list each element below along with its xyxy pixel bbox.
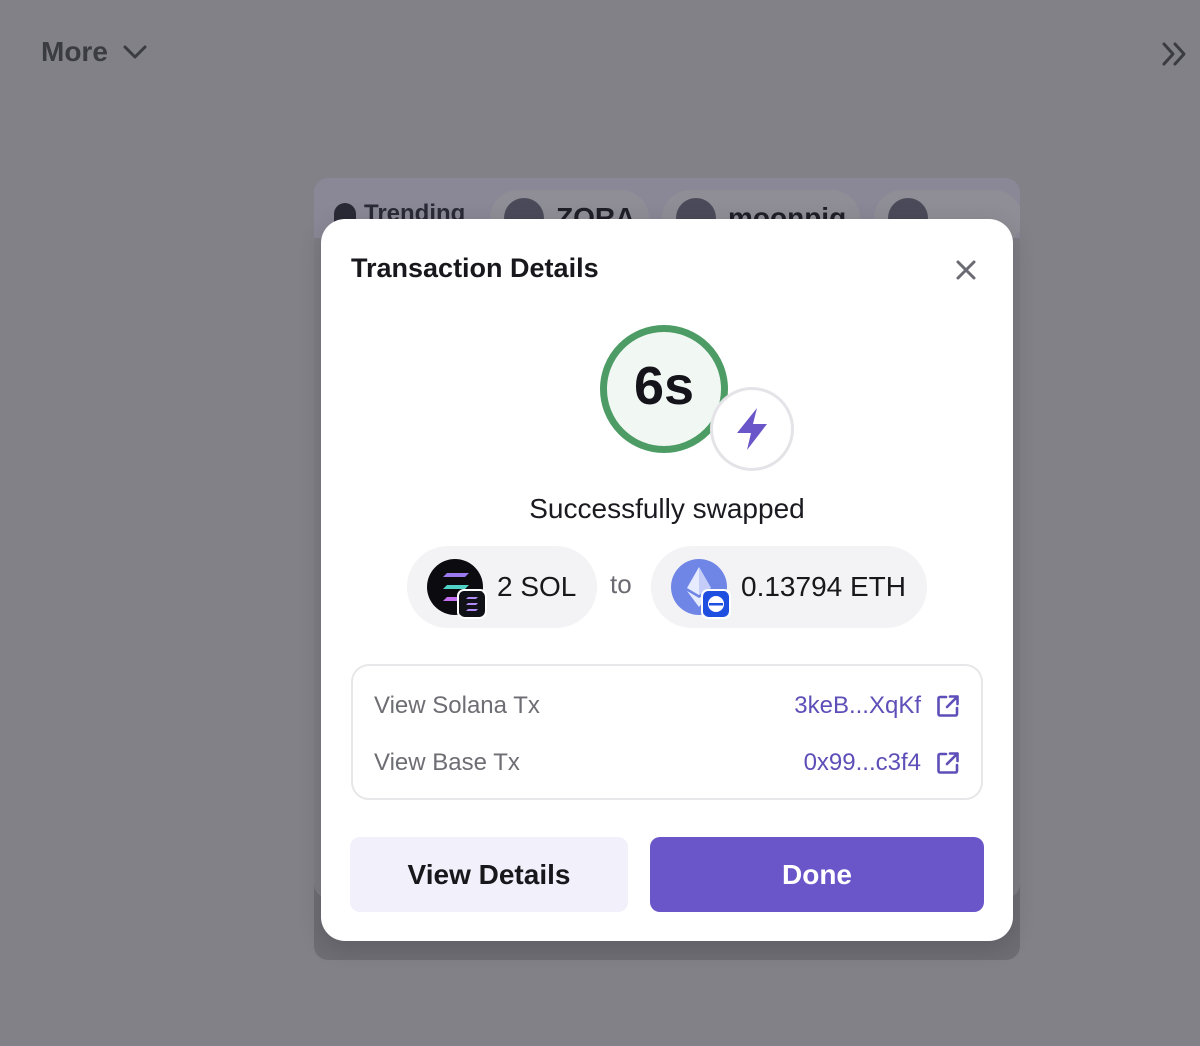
solana-tx-label: View Solana Tx (374, 692, 540, 719)
ethereum-icon (671, 559, 731, 619)
from-token-pill: 2 SOL (407, 546, 597, 628)
from-token-amount: 2 SOL (497, 571, 577, 602)
lightning-badge (710, 387, 794, 471)
solana-tx-row: View Solana Tx 3keB...XqKf (374, 686, 961, 726)
double-chevron-right-icon[interactable] (1160, 40, 1190, 68)
external-link-icon (937, 695, 959, 717)
base-tx-row: View Base Tx 0x99...c3f4 (374, 743, 961, 783)
more-menu[interactable]: More (41, 36, 148, 68)
status-message: Successfully swapped (529, 493, 805, 524)
done-button[interactable]: Done (650, 837, 984, 912)
to-token-amount: 0.13794 ETH (741, 571, 906, 602)
transaction-details-modal: Transaction Details 6s Successfully swap… (321, 219, 1013, 941)
transaction-links: View Solana Tx 3keB...XqKf View Base Tx … (351, 664, 983, 800)
base-tx-link[interactable]: 0x99...c3f4 (804, 749, 961, 777)
solana-chain-icon (457, 589, 487, 619)
solana-tx-hash: 3keB...XqKf (794, 692, 921, 719)
solana-icon (427, 559, 487, 619)
chevron-down-icon (123, 45, 147, 59)
base-chain-icon (701, 589, 731, 619)
timer-value: 6s (633, 356, 695, 416)
to-token-pill: 0.13794 ETH (651, 546, 927, 628)
modal-title: Transaction Details (351, 253, 599, 283)
close-button[interactable] (951, 255, 981, 285)
external-link-icon (937, 752, 959, 774)
swap-timer: 6s (600, 325, 728, 453)
base-tx-label: View Base Tx (374, 749, 520, 776)
swap-connector: to (610, 569, 632, 599)
solana-tx-link[interactable]: 3keB...XqKf (794, 692, 961, 720)
close-icon (956, 260, 976, 280)
lightning-bolt-icon (737, 408, 767, 450)
base-tx-hash: 0x99...c3f4 (803, 749, 921, 776)
more-label: More (41, 36, 108, 67)
view-details-button[interactable]: View Details (350, 837, 628, 912)
